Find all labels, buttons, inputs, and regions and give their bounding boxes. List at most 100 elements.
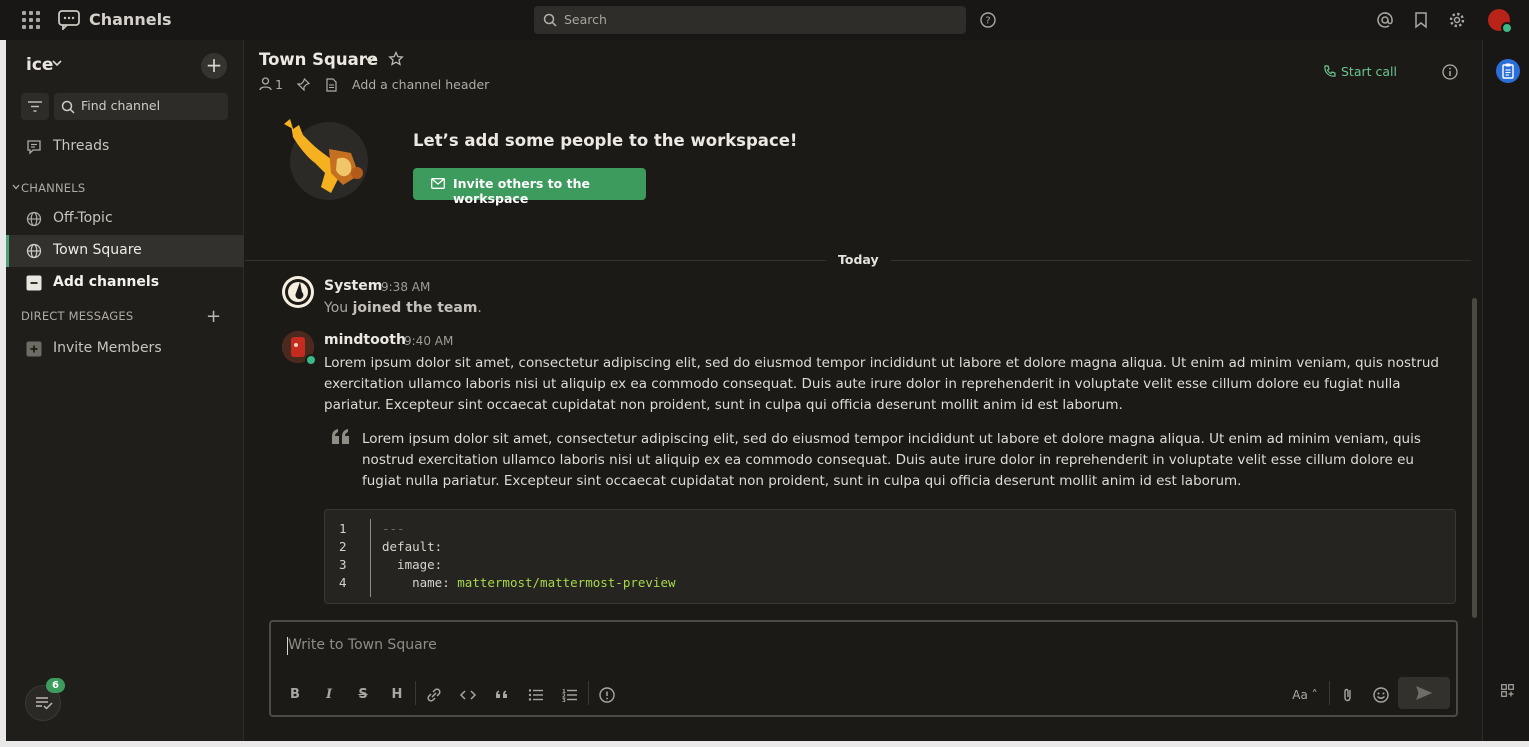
product-name[interactable]: Channels [89,10,172,29]
sidebar-item-label: Add channels [53,274,160,290]
channel-title[interactable]: Town Square [259,50,378,69]
composer-placeholder: Write to Town Square [288,637,437,653]
invite-button-label: Invite others to the workspace [453,176,590,206]
invite-members-button[interactable]: Invite Members [6,333,244,365]
strikethrough-button[interactable]: S [352,684,374,706]
bold-button[interactable]: B [284,684,306,706]
scrollbar[interactable] [1472,298,1477,618]
add-channels-button[interactable]: Add channels [6,267,244,299]
mattermost-logo-icon [285,279,311,305]
link-icon[interactable] [423,684,445,706]
member-count[interactable]: 1 [275,77,283,92]
send-button[interactable] [1398,677,1450,709]
channels-section-header[interactable]: CHANNELS [21,181,85,195]
code-line: default: [382,539,443,554]
send-icon [1416,686,1432,700]
code-line: --- [382,521,405,536]
post-body: Lorem ipsum dolor sit amet, consectetur … [324,355,1440,413]
add-direct-message-icon[interactable]: + [206,306,221,327]
pin-icon[interactable] [297,78,310,91]
sidebar-item-off-topic[interactable]: Off-Topic [6,203,244,235]
marketplace-apps-icon[interactable] [1501,684,1514,697]
line-number: 1 [339,521,347,536]
app-window: Channels Search ? ice + Find channel Thr… [0,0,1529,747]
chevron-down-icon[interactable] [52,59,62,67]
start-call-label: Start call [1341,64,1397,79]
team-name[interactable]: ice [26,55,53,75]
channels-product-icon [58,10,80,30]
sidebar-item-label: Threads [53,138,110,154]
sidebar-item-town-square[interactable]: Town Square [6,235,244,267]
welcome-illustration [284,119,368,200]
find-channel-button[interactable]: Find channel [54,93,228,120]
svg-text:?: ? [985,16,990,27]
globe-icon [26,243,42,259]
numbered-list-icon[interactable]: 123 [559,684,581,706]
help-icon[interactable]: ? [980,12,996,28]
filter-icon [28,101,42,112]
line-number: 2 [339,539,347,554]
post-author[interactable]: System [324,278,382,294]
plus-box-icon [26,341,42,357]
svg-text:3: 3 [562,698,566,704]
globe-icon [26,211,42,227]
info-icon[interactable] [596,684,618,706]
user-avatar[interactable] [1488,9,1513,34]
bulleted-list-icon[interactable] [525,684,547,706]
emoji-icon[interactable] [1370,684,1392,706]
unread-count-badge: 6 [46,678,65,693]
chevron-down-icon[interactable] [12,184,20,190]
sidebar-item-label: Off-Topic [53,210,113,226]
boards-app-button[interactable] [1496,59,1520,83]
global-header: Channels Search ? [0,0,1529,40]
user-avatar[interactable] [282,331,317,366]
sidebar-item-threads[interactable]: Threads [6,131,244,163]
window-frame-left [0,40,6,747]
toolbar-divider [415,681,416,705]
heading-button[interactable]: H [386,684,408,706]
channel-sidebar: ice + Find channel Threads CHANNELS Off-… [6,40,244,741]
attachment-icon[interactable] [1337,684,1359,706]
code-gutter [325,519,371,597]
post-time[interactable]: 9:38 AM [381,280,430,294]
system-avatar[interactable] [282,276,314,308]
mentions-icon[interactable] [1376,11,1394,29]
post-author[interactable]: mindtooth [324,332,406,348]
sidebar-item-label: Invite Members [53,340,162,356]
member-icon[interactable] [259,77,272,91]
intro-title: Let’s add some people to the workspace! [413,131,798,150]
star-icon[interactable] [388,51,404,67]
line-number: 3 [339,557,347,572]
post-time[interactable]: 9:40 AM [404,334,453,348]
add-channel-header-link[interactable]: Add a channel header [352,77,489,92]
invite-mail-icon [431,178,445,189]
app-bar [1482,40,1529,741]
message-composer[interactable]: Write to Town Square B I S H 123 Aa ˄ [269,620,1458,717]
search-box[interactable]: Search [534,6,966,34]
start-call-button[interactable]: Start call [1324,64,1397,79]
search-placeholder: Search [564,12,607,27]
file-icon[interactable] [326,78,337,92]
toolbar-divider [588,681,589,705]
window-frame-bottom [0,741,1529,747]
product-menu-icon[interactable] [22,11,40,29]
threads-icon [27,140,41,155]
quote-icon[interactable] [491,684,513,706]
search-icon [61,100,75,114]
invite-others-button[interactable]: Invite others to the workspace [413,168,646,206]
sidebar-item-label: Town Square [53,242,142,258]
add-button[interactable]: + [201,53,227,79]
code-block[interactable]: 1 2 3 4 --- default: image: name: matter… [324,509,1456,604]
filter-button[interactable] [21,93,49,120]
info-icon[interactable] [1442,64,1458,80]
italic-button[interactable]: I [318,684,340,706]
find-channel-label: Find channel [81,98,161,113]
toolbar-divider [1329,681,1330,705]
font-size-toggle[interactable]: Aa ˄ [1287,684,1323,706]
settings-gear-icon[interactable] [1448,11,1466,29]
online-status-icon [305,354,317,366]
direct-messages-header[interactable]: DIRECT MESSAGES [21,309,133,323]
code-icon[interactable] [457,684,479,706]
chevron-down-icon[interactable] [365,56,375,64]
saved-messages-icon[interactable] [1412,11,1430,29]
